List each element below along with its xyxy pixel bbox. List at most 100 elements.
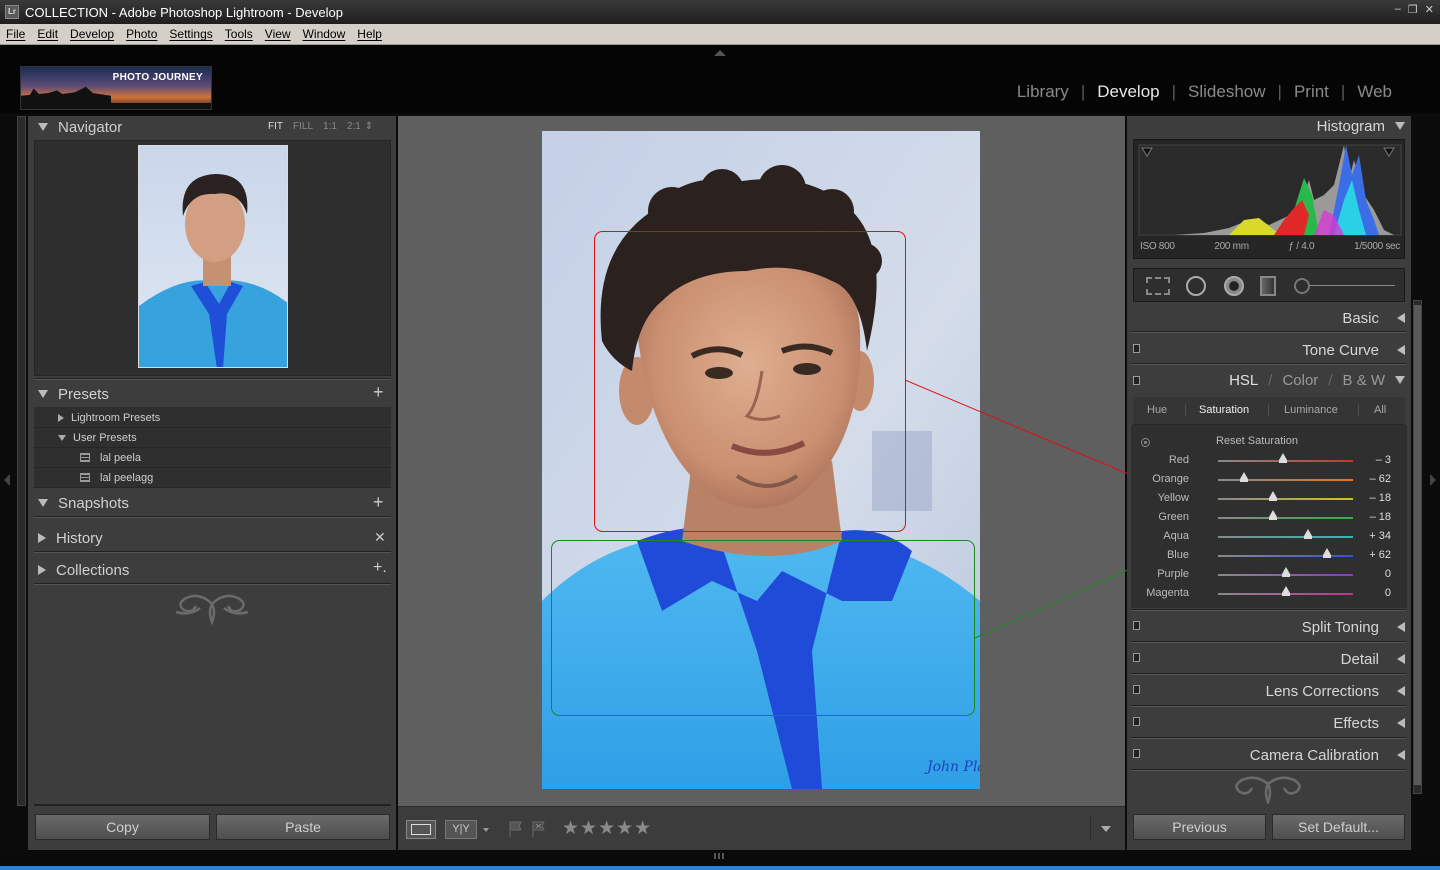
module-library[interactable]: Library	[1005, 82, 1081, 102]
tab-hue[interactable]: Hue	[1147, 404, 1167, 416]
slider-value[interactable]: – 3	[1376, 454, 1391, 466]
hsl-toggle[interactable]	[1133, 376, 1140, 385]
left-panel-scrollbar[interactable]	[17, 116, 26, 806]
history-header[interactable]: History	[38, 527, 103, 549]
main-photo[interactable]: John Players	[542, 131, 980, 789]
previous-button[interactable]: Previous	[1133, 814, 1266, 840]
split-toning-header[interactable]: Split Toning	[1302, 616, 1405, 638]
slider-red[interactable]: Red – 3	[1131, 451, 1407, 470]
loupe-view-icon[interactable]	[406, 820, 436, 839]
histogram-header[interactable]: Histogram	[1317, 115, 1405, 137]
tab-all[interactable]: All	[1374, 404, 1386, 416]
lens-corrections-toggle[interactable]	[1133, 685, 1140, 694]
slider-thumb[interactable]	[1323, 548, 1332, 558]
slider-value[interactable]: – 18	[1370, 492, 1391, 504]
spot-removal-icon[interactable]	[1186, 276, 1206, 296]
clear-history-icon[interactable]: ✕	[374, 529, 386, 546]
graduated-filter-icon[interactable]	[1260, 276, 1276, 296]
preset-item[interactable]: lal peela	[34, 448, 391, 468]
effects-toggle[interactable]	[1133, 717, 1140, 726]
close-button[interactable]: ✕	[1425, 3, 1434, 16]
preset-item[interactable]: lal peelagg	[34, 468, 391, 488]
effects-header[interactable]: Effects	[1333, 712, 1405, 734]
module-slideshow[interactable]: Slideshow	[1176, 82, 1278, 102]
menu-photo[interactable]: Photo	[120, 27, 163, 41]
flag-icon[interactable]	[508, 821, 522, 837]
before-after-dropdown-icon[interactable]	[483, 828, 489, 832]
module-print[interactable]: Print	[1282, 82, 1341, 102]
menu-develop[interactable]: Develop	[64, 27, 120, 41]
tab-luminance[interactable]: Luminance	[1284, 404, 1338, 416]
set-default-button[interactable]: Set Default...	[1272, 814, 1405, 840]
slider-thumb[interactable]	[1279, 453, 1288, 463]
adjustment-brush-icon[interactable]	[1294, 278, 1310, 294]
navigator-thumbnail[interactable]	[138, 145, 288, 368]
slider-thumb[interactable]	[1281, 586, 1290, 596]
slider-value[interactable]: 0	[1385, 587, 1391, 599]
zoom-1-1[interactable]: 1:1	[323, 121, 337, 132]
zoom-2-1[interactable]: 2:1	[347, 121, 361, 132]
menu-edit[interactable]: Edit	[31, 27, 64, 41]
menu-file[interactable]: File	[0, 27, 31, 41]
zoom-fit[interactable]: FIT	[268, 121, 283, 132]
target-adjustment-icon[interactable]	[1141, 438, 1150, 447]
add-preset-icon[interactable]: +	[373, 382, 384, 403]
star-rating[interactable]: ★★★★★	[562, 817, 652, 840]
tone-curve-toggle[interactable]	[1133, 344, 1140, 353]
paste-button[interactable]: Paste	[216, 814, 390, 840]
slider-thumb[interactable]	[1304, 529, 1313, 539]
hsl-mode[interactable]: HSL	[1229, 372, 1258, 389]
navigator-header[interactable]: Navigator	[38, 116, 122, 138]
maximize-button[interactable]: ❐	[1408, 3, 1418, 16]
menu-window[interactable]: Window	[297, 27, 352, 41]
copy-button[interactable]: Copy	[35, 814, 210, 840]
zoom-more-icon[interactable]: ⇕	[365, 121, 373, 132]
adjustment-brush-slider[interactable]	[1310, 285, 1395, 286]
tab-saturation[interactable]: Saturation	[1199, 404, 1249, 416]
menu-tools[interactable]: Tools	[219, 27, 259, 41]
slider-value[interactable]: – 18	[1370, 511, 1391, 523]
slider-track[interactable]	[1218, 536, 1353, 538]
collapse-left-panel-icon[interactable]	[4, 474, 10, 486]
slider-green[interactable]: Green – 18	[1131, 508, 1407, 527]
before-after-icon[interactable]: Y|Y	[445, 820, 477, 839]
reset-saturation[interactable]: Reset Saturation	[1216, 435, 1298, 447]
collections-header[interactable]: Collections	[38, 559, 129, 581]
slider-thumb[interactable]	[1281, 567, 1290, 577]
reject-flag-icon[interactable]	[531, 821, 545, 837]
menu-view[interactable]: View	[259, 27, 297, 41]
slider-track[interactable]	[1218, 517, 1353, 519]
red-eye-icon[interactable]	[1224, 276, 1244, 296]
module-web[interactable]: Web	[1345, 82, 1404, 102]
slider-track[interactable]	[1218, 479, 1353, 481]
zoom-fill[interactable]: FILL	[293, 121, 313, 132]
slider-value[interactable]: – 62	[1370, 473, 1391, 485]
slider-value[interactable]: 0	[1385, 568, 1391, 580]
filmstrip-grip-icon[interactable]	[714, 853, 726, 859]
slider-thumb[interactable]	[1269, 491, 1278, 501]
basic-header[interactable]: Basic	[1342, 307, 1405, 329]
camera-calibration-toggle[interactable]	[1133, 749, 1140, 758]
right-scrollbar-thumb[interactable]	[1414, 305, 1421, 785]
presets-header[interactable]: Presets	[38, 383, 109, 405]
add-snapshot-icon[interactable]: +	[373, 492, 384, 513]
camera-calibration-header[interactable]: Camera Calibration	[1250, 744, 1405, 766]
slider-orange[interactable]: Orange – 62	[1131, 470, 1407, 489]
minimize-button[interactable]: –	[1395, 3, 1401, 16]
menu-help[interactable]: Help	[351, 27, 388, 41]
detail-toggle[interactable]	[1133, 653, 1140, 662]
collapse-top-panel-icon[interactable]	[714, 50, 726, 56]
snapshots-header[interactable]: Snapshots	[38, 492, 129, 514]
color-mode[interactable]: Color	[1282, 372, 1318, 389]
slider-thumb[interactable]	[1239, 472, 1248, 482]
menu-settings[interactable]: Settings	[163, 27, 218, 41]
add-collection-icon[interactable]: +.	[373, 559, 387, 577]
toolbar-options-icon[interactable]	[1101, 826, 1111, 832]
preset-folder-lightroom[interactable]: Lightroom Presets	[34, 408, 391, 428]
module-develop[interactable]: Develop	[1085, 82, 1171, 102]
slider-aqua[interactable]: Aqua + 34	[1131, 527, 1407, 546]
slider-blue[interactable]: Blue + 62	[1131, 546, 1407, 565]
lens-corrections-header[interactable]: Lens Corrections	[1266, 680, 1405, 702]
slider-track[interactable]	[1218, 555, 1353, 557]
slider-value[interactable]: + 62	[1369, 549, 1391, 561]
